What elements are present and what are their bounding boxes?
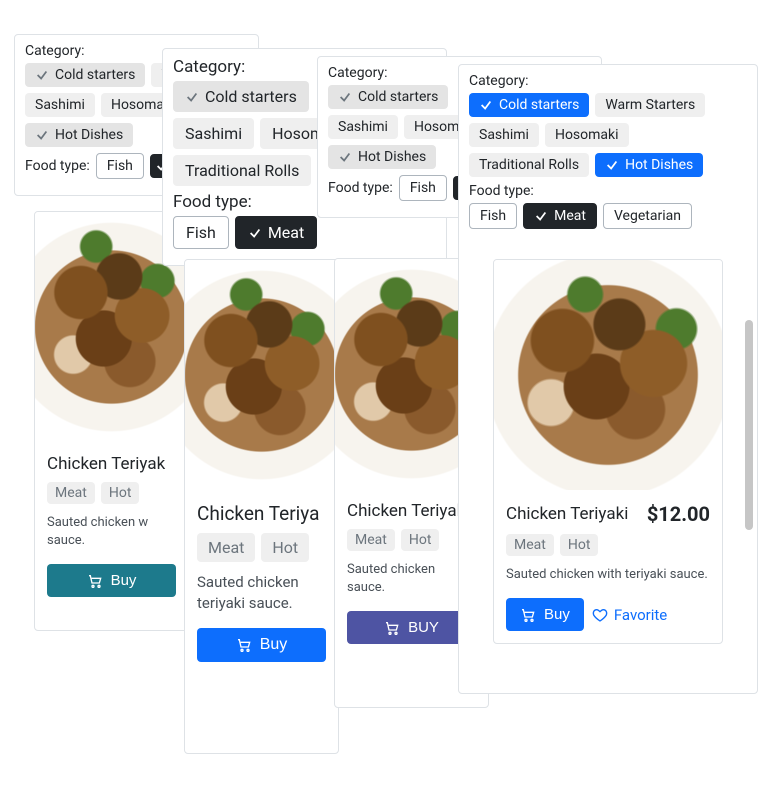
favorite-button[interactable]: Favorite xyxy=(592,606,667,624)
product-image xyxy=(185,260,338,490)
chip-hosomaki[interactable]: Hosomaki xyxy=(545,123,629,147)
buy-label: Buy xyxy=(260,636,288,654)
chip-cold-starters[interactable]: Cold starters xyxy=(25,63,145,87)
tag-hot: Hot xyxy=(261,533,309,562)
check-icon xyxy=(479,98,493,112)
buy-button[interactable]: Buy xyxy=(47,564,176,597)
chip-label: Hot Dishes xyxy=(358,149,426,165)
tag-hot: Hot xyxy=(560,534,599,556)
pill-meat[interactable]: Meat xyxy=(235,216,317,249)
tag-meat: Meat xyxy=(506,534,554,556)
chip-sashimi[interactable]: Sashimi xyxy=(469,123,539,147)
pill-label: Meat xyxy=(268,223,304,242)
check-icon xyxy=(338,150,352,164)
pill-fish[interactable]: Fish xyxy=(469,203,517,229)
tag-hot: Hot xyxy=(401,529,440,551)
product-desc: Sauted chicken w sauce. xyxy=(47,514,176,550)
buy-label: Buy xyxy=(544,606,570,623)
chip-traditional-rolls[interactable]: Traditional Rolls xyxy=(173,155,311,186)
check-icon xyxy=(248,226,262,240)
tag-hot: Hot xyxy=(101,482,140,504)
product-card: Chicken Teriya Meat Hot Sauted chicken t… xyxy=(184,259,339,754)
scrollbar-thumb[interactable] xyxy=(745,320,753,530)
chip-traditional-rolls[interactable]: Traditional Rolls xyxy=(469,153,589,177)
chip-hot-dishes[interactable]: Hot Dishes xyxy=(25,123,133,147)
product-card: Chicken Teriyaki $12.00 Meat Hot Sauted … xyxy=(493,259,723,644)
product-title: Chicken Teriyaki xyxy=(506,504,628,524)
chip-sashimi[interactable]: Sashimi xyxy=(328,115,398,139)
tag-meat: Meat xyxy=(47,482,95,504)
product-title: Chicken Teriyak xyxy=(47,454,176,474)
chip-label: Cold starters xyxy=(358,89,438,105)
category-label: Category: xyxy=(469,73,747,89)
check-icon xyxy=(534,209,548,223)
chip-cold-starters[interactable]: Cold starters xyxy=(469,93,589,117)
chip-label: Cold starters xyxy=(205,87,297,106)
heart-icon xyxy=(592,607,608,623)
favorite-label: Favorite xyxy=(614,606,667,624)
pill-fish[interactable]: Fish xyxy=(399,175,447,201)
cart-icon xyxy=(236,637,252,653)
product-card: Chicken Teriyak Meat Hot Sauted chicken … xyxy=(34,211,189,631)
pill-vegetarian[interactable]: Vegetarian xyxy=(603,203,692,229)
chip-cold-starters[interactable]: Cold starters xyxy=(173,81,309,112)
cart-icon xyxy=(87,573,103,589)
pill-meat[interactable]: Meat xyxy=(523,203,597,229)
pill-fish[interactable]: Fish xyxy=(96,153,144,179)
chip-cold-starters[interactable]: Cold starters xyxy=(328,85,448,109)
chip-label: Cold starters xyxy=(55,67,135,83)
cart-icon xyxy=(384,620,400,636)
cart-icon xyxy=(520,607,536,623)
check-icon xyxy=(605,158,619,172)
check-icon xyxy=(185,90,199,104)
buy-button[interactable]: BUY xyxy=(347,611,476,644)
chip-hot-dishes[interactable]: Hot Dishes xyxy=(595,153,703,177)
product-desc: Sauted chicken with teriyaki sauce. xyxy=(506,566,710,584)
chip-label: Hot Dishes xyxy=(55,127,123,143)
tag-meat: Meat xyxy=(347,529,395,551)
chip-warm-starters[interactable]: Warm Starters xyxy=(595,93,705,117)
buy-label: Buy xyxy=(111,572,137,589)
product-desc: Sauted chicken sauce. xyxy=(347,561,476,597)
chip-sashimi[interactable]: Sashimi xyxy=(25,93,95,117)
chip-label: Cold starters xyxy=(499,97,579,113)
check-icon xyxy=(35,68,49,82)
food-type-label: Food type: xyxy=(25,158,90,174)
product-title: Chicken Teriya xyxy=(197,502,326,525)
tag-meat: Meat xyxy=(197,533,255,562)
food-type-label: Food type: xyxy=(328,180,393,196)
buy-button[interactable]: Buy xyxy=(506,598,584,631)
check-icon xyxy=(35,128,49,142)
filter-panel-v4: Category: Cold starters Warm Starters Sa… xyxy=(458,64,758,694)
product-image xyxy=(494,260,722,490)
product-title: Chicken Teriyal xyxy=(347,501,476,521)
check-icon xyxy=(338,90,352,104)
pill-fish[interactable]: Fish xyxy=(173,216,229,249)
buy-label: BUY xyxy=(408,619,439,636)
pill-label: Meat xyxy=(554,208,586,224)
chip-label: Hot Dishes xyxy=(625,157,693,173)
product-price: $12.00 xyxy=(647,502,710,526)
buy-button[interactable]: Buy xyxy=(197,628,326,662)
product-desc: Sauted chicken teriyaki sauce. xyxy=(197,572,326,614)
food-type-label: Food type: xyxy=(469,183,747,199)
chip-hot-dishes[interactable]: Hot Dishes xyxy=(328,145,436,169)
chip-sashimi[interactable]: Sashimi xyxy=(173,118,254,149)
